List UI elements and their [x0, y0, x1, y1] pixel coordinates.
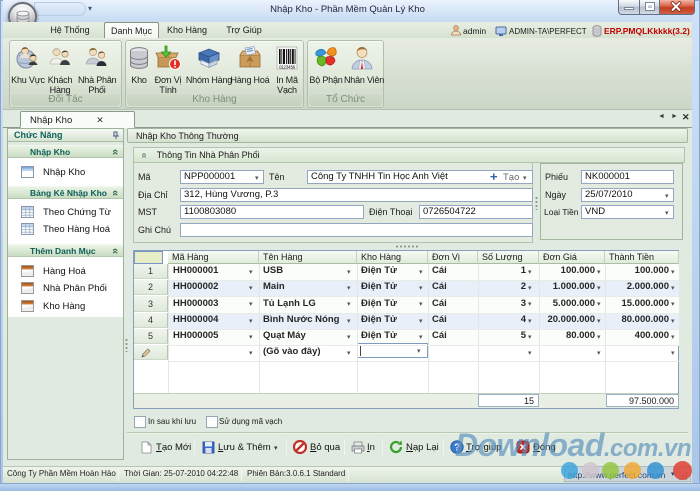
svg-text:0123456: 0123456	[279, 65, 296, 70]
